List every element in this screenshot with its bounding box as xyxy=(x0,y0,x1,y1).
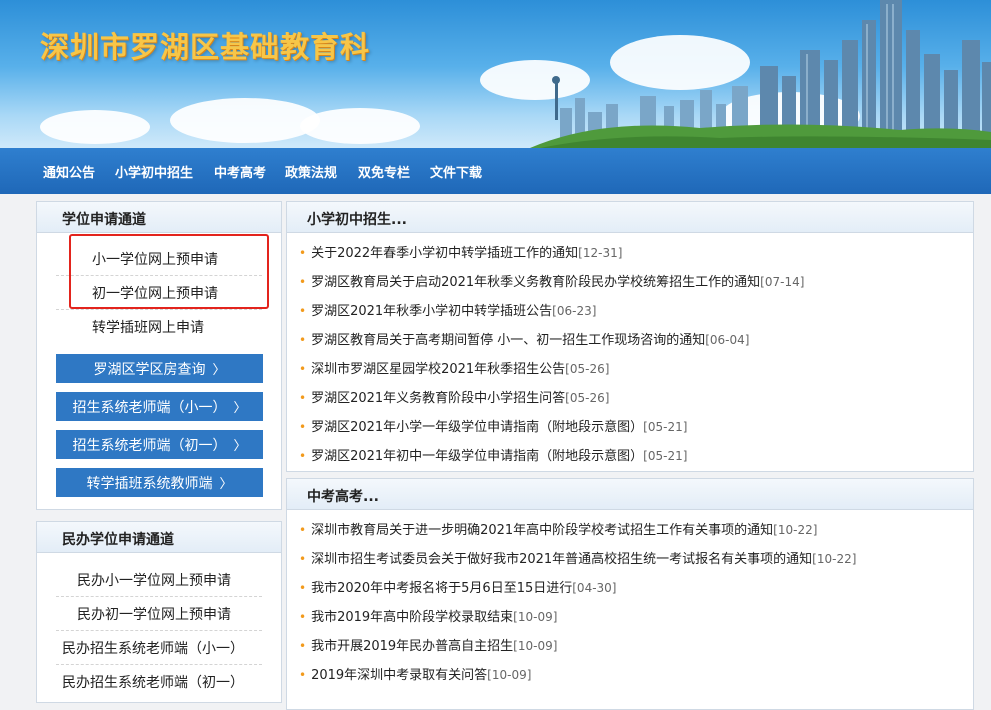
site-title: 深圳市罗湖区基础教育科 xyxy=(40,30,371,64)
bullet-icon: • xyxy=(299,523,307,537)
news-date: [05-26] xyxy=(565,391,610,405)
bullet-icon: • xyxy=(299,449,307,463)
news-title: 我市2020年中考报名将于5月6日至15日进行 xyxy=(311,581,573,596)
bullet-icon: • xyxy=(299,581,307,595)
xiaoxue-news-panel: 小学初中招生... • 关于2022年春季小学初中转学插班工作的通知[12-31]… xyxy=(286,201,974,472)
zhongkao-news-title[interactable]: 中考高考... xyxy=(307,486,379,506)
news-item[interactable]: • 罗湖区教育局关于高考期间暂停 小一、初一招生工作现场咨询的通知[06-04] xyxy=(299,329,749,348)
news-date: [07-14] xyxy=(760,275,805,289)
button-label: 招生系统老师端（初一） xyxy=(72,437,227,454)
news-date: [05-26] xyxy=(565,362,610,376)
transfer-teacher-portal-button[interactable]: 转学插班系统教师端〉 xyxy=(56,468,263,497)
news-item[interactable]: • 罗湖区2021年秋季小学初中转学插班公告[06-23] xyxy=(299,300,596,319)
bullet-icon: • xyxy=(299,362,307,376)
bullet-icon: • xyxy=(299,639,307,653)
bullet-icon: • xyxy=(299,333,307,347)
divider xyxy=(56,596,262,597)
news-item[interactable]: • 关于2022年春季小学初中转学插班工作的通知[12-31] xyxy=(299,242,622,261)
divider xyxy=(56,630,262,631)
header-banner: 深圳市罗湖区基础教育科 xyxy=(0,0,991,148)
news-title: 罗湖区2021年秋季小学初中转学插班公告 xyxy=(311,304,553,319)
news-title: 深圳市招生考试委员会关于做好我市2021年普通高校招生统一考试报名有关事项的通知 xyxy=(311,552,813,567)
news-item[interactable]: • 罗湖区教育局关于启动2021年秋季义务教育阶段民办学校统筹招生工作的通知[07… xyxy=(299,271,804,290)
news-item[interactable]: • 我市2020年中考报名将于5月6日至15日进行[04-30] xyxy=(299,577,616,596)
bullet-icon: • xyxy=(299,246,307,260)
news-date: [10-22] xyxy=(773,523,818,537)
link-transfer-apply[interactable]: 转学插班网上申请 xyxy=(92,317,204,337)
news-title: 深圳市罗湖区星园学校2021年秋季招生公告 xyxy=(311,362,566,377)
xuewei-panel-header: 学位申请通道 xyxy=(37,202,281,233)
news-title: 罗湖区教育局关于高考期间暂停 小一、初一招生工作现场咨询的通知 xyxy=(311,333,706,348)
minban-panel-header: 民办学位申请通道 xyxy=(37,522,281,553)
news-item[interactable]: • 2019年深圳中考录取有关问答[10-09] xyxy=(299,664,531,683)
news-title: 罗湖区2021年义务教育阶段中小学招生问答 xyxy=(311,391,566,406)
news-date: [10-09] xyxy=(513,610,558,624)
bullet-icon: • xyxy=(299,420,307,434)
chevron-right-icon: 〉 xyxy=(212,363,226,378)
link-private-teacher-grade1[interactable]: 民办招生系统老师端（小一） xyxy=(62,638,244,658)
nav-item-primary-middle-admission[interactable]: 小学初中招生 xyxy=(115,162,193,181)
bullet-icon: • xyxy=(299,610,307,624)
chevron-right-icon: 〉 xyxy=(219,477,233,492)
xiaoxue-news-title[interactable]: 小学初中招生... xyxy=(307,209,407,229)
news-item[interactable]: • 我市2019年高中阶段学校录取结束[10-09] xyxy=(299,606,557,625)
news-date: [10-22] xyxy=(812,552,857,566)
news-date: [04-30] xyxy=(572,581,617,595)
news-title: 2019年深圳中考录取有关问答 xyxy=(311,668,488,683)
button-label: 招生系统老师端（小一） xyxy=(72,399,227,416)
news-title: 罗湖区教育局关于启动2021年秋季义务教育阶段民办学校统筹招生工作的通知 xyxy=(311,275,761,290)
nav-item-downloads[interactable]: 文件下载 xyxy=(430,162,482,181)
nav-item-exams[interactable]: 中考高考 xyxy=(214,162,266,181)
bullet-icon: • xyxy=(299,668,307,682)
link-private-grade1-preapply[interactable]: 民办小一学位网上预申请 xyxy=(77,570,231,590)
news-title: 我市开展2019年民办普高自主招生 xyxy=(311,639,514,654)
news-date: [12-31] xyxy=(578,246,623,260)
news-date: [05-21] xyxy=(643,449,688,463)
news-date: [05-21] xyxy=(643,420,688,434)
news-title: 我市2019年高中阶段学校录取结束 xyxy=(311,610,514,625)
bullet-icon: • xyxy=(299,391,307,405)
news-title: 罗湖区2021年小学一年级学位申请指南（附地段示意图） xyxy=(311,420,644,435)
bullet-icon: • xyxy=(299,552,307,566)
chevron-right-icon: 〉 xyxy=(233,439,247,454)
news-item[interactable]: • 深圳市教育局关于进一步明确2021年高中阶段学校考试招生工作有关事项的通知[1… xyxy=(299,519,817,538)
news-item[interactable]: • 罗湖区2021年小学一年级学位申请指南（附地段示意图）[05-21] xyxy=(299,416,687,435)
button-label: 罗湖区学区房查询 xyxy=(93,361,206,378)
button-label: 转学插班系统教师端 xyxy=(86,475,213,492)
minban-panel-title: 民办学位申请通道 xyxy=(62,532,174,548)
divider xyxy=(56,664,262,665)
news-item[interactable]: • 深圳市罗湖区星园学校2021年秋季招生公告[05-26] xyxy=(299,358,609,377)
news-item[interactable]: • 罗湖区2021年初中一年级学位申请指南（附地段示意图）[05-21] xyxy=(299,445,687,464)
news-item[interactable]: • 我市开展2019年民办普高自主招生[10-09] xyxy=(299,635,557,654)
highlight-box xyxy=(69,234,269,309)
link-private-grade7-preapply[interactable]: 民办初一学位网上预申请 xyxy=(77,604,231,624)
bullet-icon: • xyxy=(299,275,307,289)
news-title: 罗湖区2021年初中一年级学位申请指南（附地段示意图） xyxy=(311,449,644,464)
news-item[interactable]: • 罗湖区2021年义务教育阶段中小学招生问答[05-26] xyxy=(299,387,609,406)
news-date: [10-09] xyxy=(487,668,532,682)
teacher-portal-grade1-button[interactable]: 招生系统老师端（小一） 〉 xyxy=(56,392,263,421)
bullet-icon: • xyxy=(299,304,307,318)
zhongkao-news-panel: 中考高考... • 深圳市教育局关于进一步明确2021年高中阶段学校考试招生工作有… xyxy=(286,478,974,710)
news-title: 深圳市教育局关于进一步明确2021年高中阶段学校考试招生工作有关事项的通知 xyxy=(311,523,774,538)
teacher-portal-grade7-button[interactable]: 招生系统老师端（初一） 〉 xyxy=(56,430,263,459)
chevron-right-icon: 〉 xyxy=(233,401,247,416)
school-district-query-button[interactable]: 罗湖区学区房查询〉 xyxy=(56,354,263,383)
news-date: [06-23] xyxy=(552,304,597,318)
main-nav: 通知公告 小学初中招生 中考高考 政策法规 双免专栏 文件下载 xyxy=(0,148,991,194)
link-private-teacher-grade7[interactable]: 民办招生系统老师端（初一） xyxy=(62,672,244,692)
news-date: [10-09] xyxy=(513,639,558,653)
news-item[interactable]: • 深圳市招生考试委员会关于做好我市2021年普通高校招生统一考试报名有关事项的通… xyxy=(299,548,856,567)
divider xyxy=(56,309,262,310)
news-date: [06-04] xyxy=(705,333,750,347)
nav-item-policies[interactable]: 政策法规 xyxy=(285,162,337,181)
nav-item-double-exemption[interactable]: 双免专栏 xyxy=(358,162,410,181)
zhongkao-news-header: 中考高考... xyxy=(287,479,973,510)
city-skyline-image xyxy=(530,0,991,148)
news-title: 关于2022年春季小学初中转学插班工作的通知 xyxy=(311,246,579,261)
nav-item-notices[interactable]: 通知公告 xyxy=(43,162,95,181)
xuewei-panel-title: 学位申请通道 xyxy=(62,212,146,228)
xiaoxue-news-header: 小学初中招生... xyxy=(287,202,973,233)
